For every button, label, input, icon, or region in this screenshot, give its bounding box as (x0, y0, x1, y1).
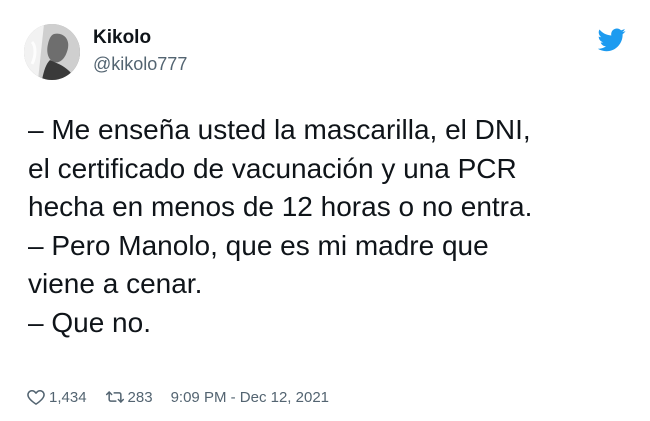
retweet-count: 283 (127, 388, 153, 406)
avatar[interactable] (24, 24, 80, 80)
author-block: Kikolo @kikolo777 (93, 26, 187, 76)
timestamp: 9:09 PM - Dec 12, 2021 (170, 388, 330, 406)
retweet-button[interactable]: 283 (105, 387, 153, 407)
timestamp-link[interactable]: 9:09 PM - Dec 12, 2021 (171, 389, 329, 406)
tweet-line: hecha en menos de 12 horas o no entra. (28, 191, 533, 222)
tweet-line: viene a cenar. (28, 268, 203, 299)
tweet-text: – Me enseña usted la mascarilla, el DNI,… (28, 111, 638, 342)
heart-icon (26, 387, 46, 407)
display-name[interactable]: Kikolo (93, 26, 187, 50)
user-handle[interactable]: @kikolo777 (93, 52, 187, 76)
like-button[interactable]: 1,434 (26, 387, 87, 407)
tweet-card: Kikolo @kikolo777 – Me enseña usted la m… (0, 0, 650, 421)
like-count: 1,434 (49, 388, 87, 406)
retweet-icon (105, 387, 125, 407)
tweet-line: el certificado de vacunación y una PCR (28, 152, 517, 184)
avatar-image (24, 24, 80, 80)
tweet-line: – Me enseña usted la mascarilla, el DNI, (28, 114, 531, 145)
twitter-bird-icon[interactable] (597, 28, 626, 52)
tweet-meta: 1,434 283 9:09 PM - Dec 12, 2021 (26, 386, 329, 408)
tweet-line: – Pero Manolo, que es mi madre que (28, 229, 489, 261)
tweet-line: – Que no. (28, 306, 151, 338)
